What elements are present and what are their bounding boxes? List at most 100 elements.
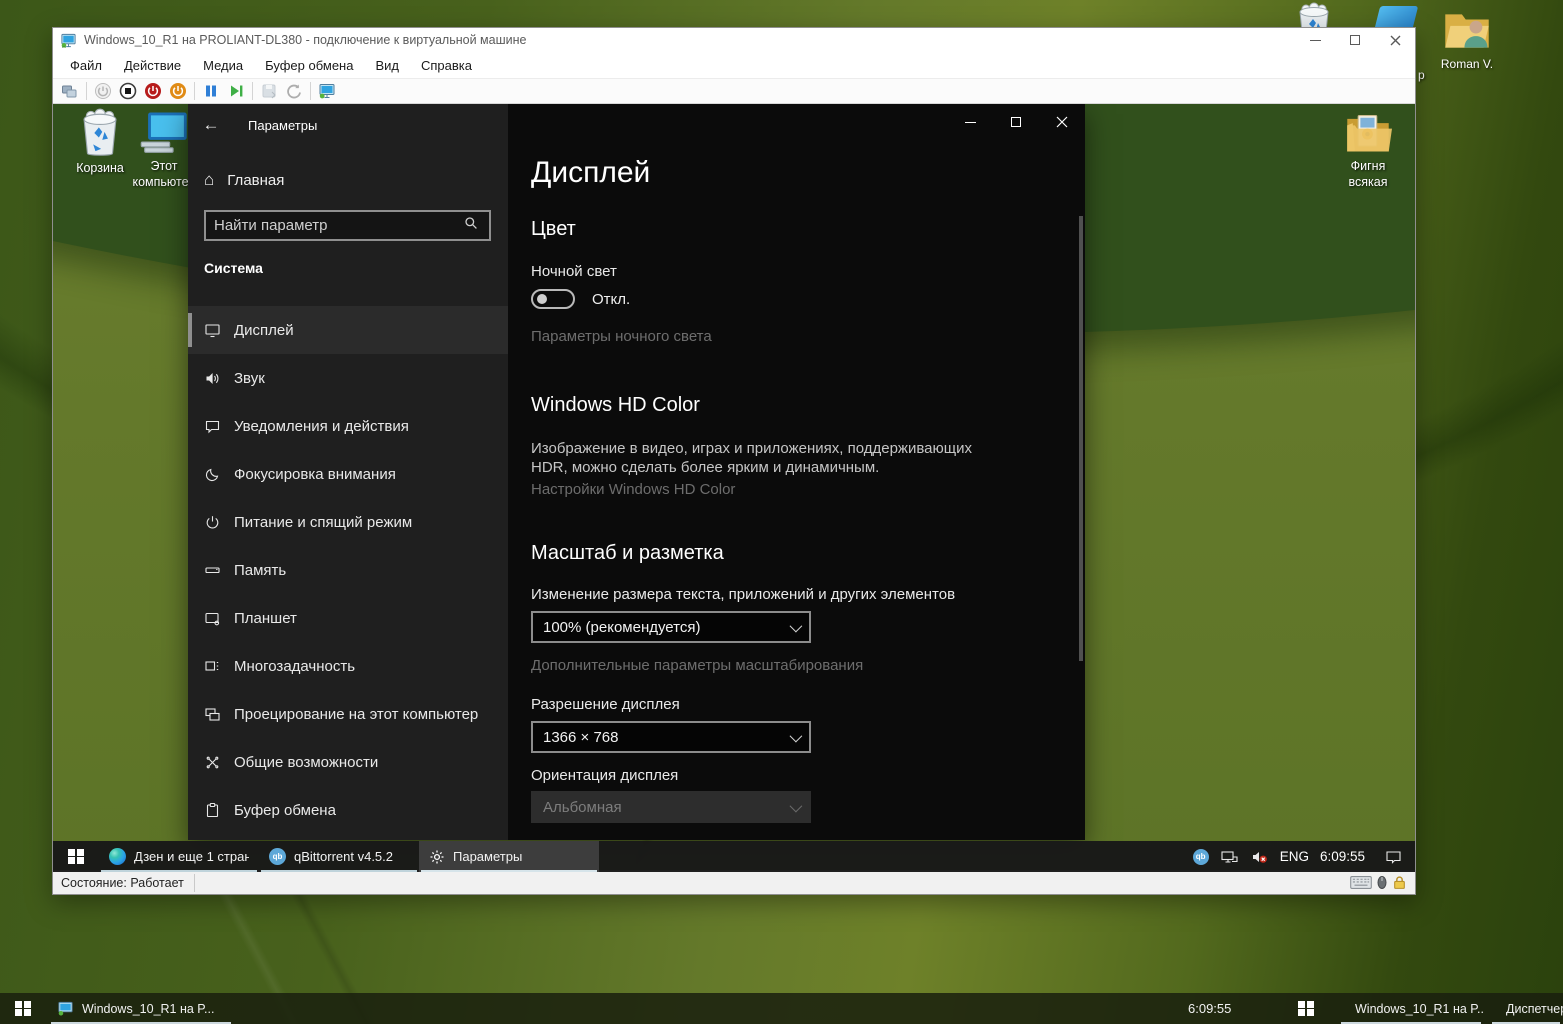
ctrl-alt-del-icon[interactable] — [61, 82, 79, 100]
search-input[interactable] — [206, 217, 463, 234]
host-taskbar-item-vm2[interactable]: Windows_10_R1 на P... — [1338, 993, 1484, 1024]
shared-experiences-icon — [204, 754, 221, 771]
night-light-toggle[interactable] — [531, 289, 575, 309]
pause-icon[interactable] — [202, 82, 220, 100]
menu-file[interactable]: Файл — [59, 54, 113, 77]
home-icon: ⌂ — [204, 170, 214, 190]
taskbar-item-edge[interactable]: Дзен и еще 1 страни... — [99, 841, 259, 872]
night-light-label: Ночной свет — [531, 263, 617, 280]
settings-window: ← Параметры ⌂ Главная Система — [188, 104, 1085, 840]
vm-status-text: Состояние: Работает — [53, 874, 195, 892]
edge-icon — [109, 848, 126, 865]
search-icon[interactable] — [463, 215, 489, 236]
save-state-icon[interactable] — [169, 82, 187, 100]
sidebar-item-notifications[interactable]: Уведомления и действия — [188, 402, 508, 450]
vm-start-button[interactable] — [53, 841, 99, 872]
shut-down-icon[interactable] — [144, 82, 162, 100]
resolution-dropdown[interactable]: 1366 × 768 — [531, 721, 811, 753]
running-indicator — [101, 870, 257, 872]
maximize-button[interactable] — [1335, 29, 1375, 51]
selected-accent-bar — [188, 313, 192, 347]
night-light-settings-link[interactable]: Параметры ночного света — [531, 328, 712, 345]
start-vm-icon[interactable] — [94, 82, 112, 100]
hdr-settings-link[interactable]: Настройки Windows HD Color — [531, 481, 735, 498]
settings-search-box — [204, 210, 491, 241]
menu-action[interactable]: Действие — [113, 54, 192, 77]
host-user-folder-label: Roman V. — [1437, 57, 1497, 71]
sidebar-item-focus-assist[interactable]: Фокусировка внимания — [188, 450, 508, 498]
lock-icon — [1392, 875, 1407, 890]
settings-minimize-button[interactable] — [947, 104, 993, 140]
host-start-button[interactable] — [0, 993, 46, 1024]
settings-close-button[interactable] — [1039, 104, 1085, 140]
gear-icon — [429, 849, 445, 865]
sidebar-item-clipboard[interactable]: Буфер обмена — [188, 786, 508, 834]
minimize-icon — [1310, 40, 1321, 41]
menu-view[interactable]: Вид — [364, 54, 410, 77]
back-button[interactable]: ← — [188, 115, 234, 135]
close-button[interactable] — [1375, 29, 1415, 51]
taskbar-item-settings[interactable]: Параметры — [419, 841, 599, 872]
hdr-heading: Windows HD Color — [531, 394, 700, 417]
storage-icon — [204, 562, 221, 579]
vm-clock[interactable]: 6:09:55 — [1320, 849, 1365, 864]
sidebar-item-power-sleep[interactable]: Питание и спящий режим — [188, 498, 508, 546]
color-heading: Цвет — [531, 218, 576, 241]
vm-toolbar — [53, 78, 1415, 104]
host-user-folder-icon[interactable]: Roman V. — [1437, 8, 1497, 71]
scale-heading: Масштаб и разметка — [531, 542, 724, 565]
qbittorrent-tray-icon[interactable] — [1193, 849, 1209, 865]
sidebar-item-multitasking[interactable]: Многозадачность — [188, 642, 508, 690]
language-indicator[interactable]: ENG — [1280, 849, 1309, 864]
host-start-button-monitor2[interactable] — [1283, 993, 1329, 1024]
minimize-icon — [965, 122, 976, 123]
orientation-label: Ориентация дисплея — [531, 767, 678, 784]
menu-help[interactable]: Справка — [410, 54, 483, 77]
sidebar-item-projecting[interactable]: Проецирование на этот компьютер — [188, 690, 508, 738]
menu-media[interactable]: Медиа — [192, 54, 254, 77]
minimize-button[interactable] — [1295, 29, 1335, 51]
orientation-dropdown: Альбомная — [531, 791, 811, 823]
mouse-icon — [1377, 875, 1387, 890]
scale-label: Изменение размера текста, приложений и д… — [531, 586, 955, 603]
host-taskbar-item-taskmgr[interactable]: Диспетчер — [1489, 993, 1563, 1024]
host-taskbar-item-vm1[interactable]: Windows_10_R1 на P... — [48, 993, 234, 1024]
toolbar-separator — [252, 82, 253, 100]
advanced-scaling-link[interactable]: Дополнительные параметры масштабирования — [531, 657, 863, 674]
windows-logo-icon — [1298, 1001, 1314, 1017]
sidebar-item-home[interactable]: ⌂ Главная — [204, 166, 284, 194]
chevron-down-icon — [790, 619, 803, 632]
volume-muted-icon[interactable] — [1250, 848, 1269, 866]
keyboard-icon — [1350, 876, 1372, 889]
resume-icon[interactable] — [227, 82, 245, 100]
network-icon[interactable] — [1220, 848, 1239, 866]
settings-maximize-button[interactable] — [993, 104, 1039, 140]
toolbar-separator — [86, 82, 87, 100]
scrollbar-thumb[interactable] — [1079, 216, 1083, 661]
checkpoint-icon[interactable] — [260, 82, 278, 100]
revert-icon[interactable] — [285, 82, 303, 100]
sidebar-item-shared-experiences[interactable]: Общие возможности — [188, 738, 508, 786]
toggle-knob — [537, 294, 547, 304]
enhanced-session-icon[interactable] — [318, 82, 336, 100]
vm-folder-label: Фигня всякая — [1333, 158, 1403, 190]
sidebar-item-display[interactable]: Дисплей — [188, 306, 508, 354]
close-icon — [1056, 116, 1068, 128]
host-clock[interactable]: 6:09:55 — [1188, 993, 1254, 1024]
resolution-label: Разрешение дисплея — [531, 696, 680, 713]
sidebar-item-sound[interactable]: Звук — [188, 354, 508, 402]
turn-off-icon[interactable] — [119, 82, 137, 100]
menu-clipboard[interactable]: Буфер обмена — [254, 54, 364, 77]
scale-dropdown[interactable]: 100% (рекомендуется) — [531, 611, 811, 643]
sidebar-item-tablet[interactable]: Планшет — [188, 594, 508, 642]
vm-taskbar: Дзен и еще 1 страни... qBittorrent v4.5.… — [53, 841, 1415, 872]
vm-window-titlebar[interactable]: Windows_10_R1 на PROLIANT-DL380 - подклю… — [53, 28, 1415, 52]
sidebar-item-storage[interactable]: Память — [188, 546, 508, 594]
night-light-state: Откл. — [592, 291, 630, 308]
sidebar-nav: Дисплей Звук Уведомления и действия — [188, 306, 508, 834]
taskbar-item-qbittorrent[interactable]: qBittorrent v4.5.2 — [259, 841, 419, 872]
action-center-icon[interactable] — [1384, 848, 1403, 866]
vm-folder-icon[interactable]: Фигня всякая — [1333, 110, 1403, 190]
projecting-icon — [204, 706, 221, 723]
settings-sidebar: ← Параметры ⌂ Главная Система — [188, 104, 508, 840]
